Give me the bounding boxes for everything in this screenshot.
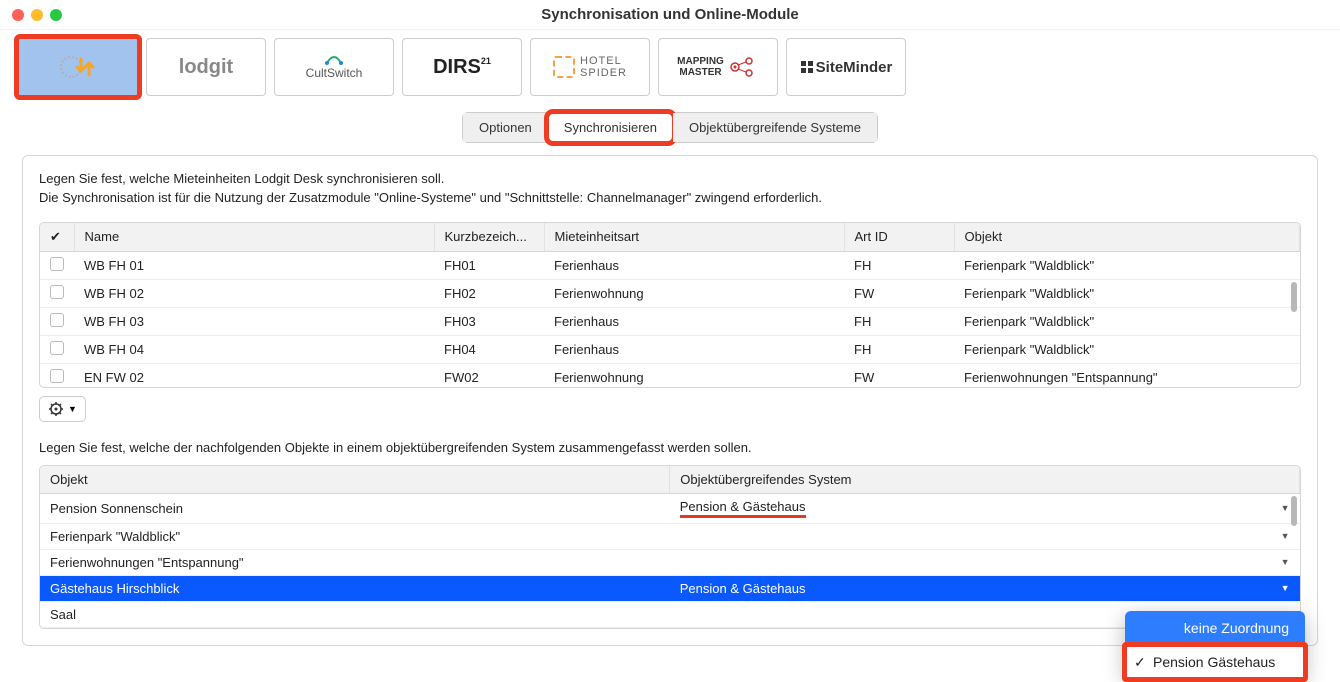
intro-text: Legen Sie fest, welche Mieteinheiten Lod… (39, 170, 1301, 208)
minimize-icon[interactable] (31, 9, 43, 21)
tab-synchronisieren[interactable]: Synchronisieren (548, 113, 673, 142)
col-system[interactable]: Objektübergreifendes System (670, 466, 1300, 494)
system-cell[interactable]: ▼ (670, 523, 1300, 549)
dropdown-item-none[interactable]: keine Zuordnung (1125, 611, 1305, 645)
row-checkbox[interactable] (50, 341, 64, 355)
provider-dirs21[interactable]: DIRS21 (402, 38, 522, 96)
dirs21-logo: DIRS21 (433, 56, 491, 79)
provider-cultswitch[interactable]: CultSwitch (274, 38, 394, 96)
chevron-down-icon: ▼ (1281, 557, 1290, 567)
chevron-down-icon: ▼ (1281, 503, 1290, 513)
content-pane: Legen Sie fest, welche Mieteinheiten Lod… (22, 155, 1318, 646)
system-cell[interactable]: ▼ (670, 549, 1300, 575)
col-art[interactable]: Mieteinheitsart (544, 223, 844, 252)
dropdown-item-pg[interactable]: ✓ Pension Gästehaus (1125, 645, 1305, 679)
tabs: Optionen Synchronisieren Objektübergreif… (0, 106, 1340, 155)
siteminder-logo: SiteMinder (800, 59, 893, 76)
system-dropdown: keine Zuordnung ✓ Pension Gästehaus (1125, 611, 1305, 679)
intro-text-2: Legen Sie fest, welche der nachfolgenden… (39, 440, 1301, 455)
table-row[interactable]: WB FH 04FH04FerienhausFHFerienpark "Wald… (40, 335, 1300, 363)
scrollbar-thumb[interactable] (1291, 282, 1297, 312)
mappingmaster-logo: MAPPINGMASTER (677, 55, 759, 79)
table-row[interactable]: WB FH 03FH03FerienhausFHFerienpark "Wald… (40, 307, 1300, 335)
chevron-down-icon: ▼ (1281, 583, 1290, 593)
chevron-down-icon: ▼ (1281, 531, 1290, 541)
provider-lodgit[interactable]: lodgit (146, 38, 266, 96)
cultswitch-logo: CultSwitch (306, 53, 363, 80)
tab-objektuebergreifend[interactable]: Objektübergreifende Systeme (673, 113, 877, 142)
objects-table: Objekt Objektübergreifendes System Pensi… (39, 465, 1301, 629)
table-row[interactable]: Ferienpark "Waldblick"▼ (40, 523, 1300, 549)
chevron-down-icon: ▼ (68, 404, 77, 414)
tab-optionen[interactable]: Optionen (463, 113, 548, 142)
table-row[interactable]: WB FH 01FH01FerienhausFHFerienpark "Wald… (40, 252, 1300, 280)
scrollbar-thumb-2[interactable] (1291, 496, 1297, 526)
gear-menu-button[interactable]: ▼ (39, 396, 86, 422)
table-row[interactable]: WB FH 02FH02FerienwohnungFWFerienpark "W… (40, 279, 1300, 307)
col-artid[interactable]: Art ID (844, 223, 954, 252)
col-kurz[interactable]: Kurzbezeich... (434, 223, 544, 252)
provider-hotelspider[interactable]: HOTELSPIDER (530, 38, 650, 96)
provider-toolbar: lodgit CultSwitch DIRS21 HOTELSPIDER MAP… (0, 30, 1340, 106)
table-row[interactable]: EN FW 02FW02FerienwohnungFWFerienwohnung… (40, 363, 1300, 387)
provider-siteminder[interactable]: SiteMinder (786, 38, 906, 96)
table-row[interactable]: Saal▼ (40, 601, 1300, 627)
maximize-icon[interactable] (50, 9, 62, 21)
check-icon: ✓ (1134, 654, 1146, 671)
system-cell[interactable]: Pension & Gästehaus▼ (670, 493, 1300, 523)
gear-icon (48, 401, 64, 417)
row-checkbox[interactable] (50, 369, 64, 383)
col-check[interactable]: ✔ (40, 223, 74, 252)
sync-gear-icon (57, 51, 99, 83)
table-row[interactable]: Pension SonnenscheinPension & Gästehaus▼ (40, 493, 1300, 523)
titlebar: Synchronisation und Online-Module (0, 0, 1340, 30)
row-checkbox[interactable] (50, 257, 64, 271)
lodgit-logo: lodgit (179, 56, 233, 79)
table-row[interactable]: Ferienwohnungen "Entspannung"▼ (40, 549, 1300, 575)
col-objekt-2[interactable]: Objekt (40, 466, 670, 494)
system-cell[interactable]: Pension & Gästehaus▼ (670, 575, 1300, 601)
row-checkbox[interactable] (50, 313, 64, 327)
close-icon[interactable] (12, 9, 24, 21)
col-name[interactable]: Name (74, 223, 434, 252)
row-checkbox[interactable] (50, 285, 64, 299)
hotelspider-logo: HOTELSPIDER (553, 55, 627, 79)
col-objekt[interactable]: Objekt (954, 223, 1300, 252)
provider-mappingmaster[interactable]: MAPPINGMASTER (658, 38, 778, 96)
provider-sync[interactable] (18, 38, 138, 96)
units-table: ✔ Name Kurzbezeich... Mieteinheitsart Ar… (39, 222, 1301, 388)
table-row[interactable]: Gästehaus HirschblickPension & Gästehaus… (40, 575, 1300, 601)
window-title: Synchronisation und Online-Module (10, 6, 1330, 23)
